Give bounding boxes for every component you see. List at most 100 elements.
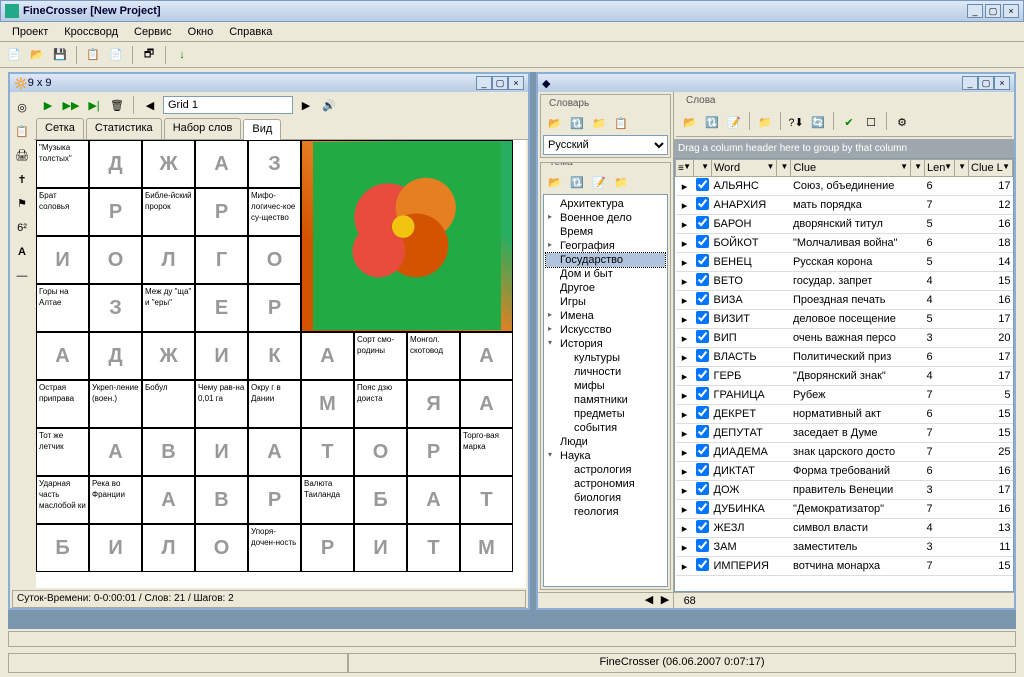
word-row[interactable]: ▸ДЕКРЕТнормативный акт615 — [676, 405, 1013, 424]
grid-cell[interactable]: А — [36, 332, 89, 380]
grid-close-button[interactable]: × — [508, 76, 524, 90]
grid-cell[interactable]: В — [142, 428, 195, 476]
word-row[interactable]: ▸ВЕТОгосудар. запрет415 — [676, 272, 1013, 291]
row-checkbox[interactable] — [696, 539, 709, 552]
row-checkbox[interactable] — [696, 482, 709, 495]
grid-cell[interactable]: Л — [142, 236, 195, 284]
tree-item[interactable]: предметы — [560, 407, 665, 421]
tree-item[interactable]: Имена — [546, 309, 665, 323]
word-row[interactable]: ▸АНАРХИЯмать порядка712 — [676, 196, 1013, 215]
col-word[interactable]: Word▼ — [712, 160, 777, 177]
grid-cell[interactable]: "Музыка толстых" — [36, 140, 89, 188]
row-checkbox[interactable] — [696, 463, 709, 476]
grid-cell[interactable]: Ж — [142, 140, 195, 188]
w-edit-icon[interactable]: 📝 — [724, 112, 744, 132]
grid-cell[interactable]: К — [248, 332, 301, 380]
menu-help[interactable]: Справка — [221, 24, 280, 40]
grid-cell[interactable]: А — [89, 428, 142, 476]
tree-item[interactable]: астрономия — [560, 477, 665, 491]
grid-cell[interactable]: Р — [301, 524, 354, 572]
menu-project[interactable]: Проект — [4, 24, 56, 40]
row-checkbox[interactable] — [696, 273, 709, 286]
grid-cell[interactable]: А — [460, 332, 513, 380]
paste-icon[interactable]: 📄 — [106, 45, 126, 65]
maximize-button[interactable]: ▢ — [985, 4, 1001, 18]
grid-min-button[interactable]: _ — [476, 76, 492, 90]
grid-cell[interactable]: Р — [407, 428, 460, 476]
grid-cell[interactable]: Мифо-логичес-кое су-щество — [248, 188, 301, 236]
windows-icon[interactable]: 🗗 — [139, 45, 159, 65]
theme-sort-icon[interactable]: 🔃 — [567, 172, 587, 192]
theme-del-icon[interactable]: 📁 — [611, 172, 631, 192]
grid-cell[interactable]: Острая приправа — [36, 380, 89, 428]
grid-cell[interactable]: А — [301, 332, 354, 380]
dict-close-button[interactable]: × — [994, 76, 1010, 90]
grid-cell[interactable]: А — [142, 476, 195, 524]
row-checkbox[interactable] — [696, 330, 709, 343]
arrow-down-icon[interactable]: ↓ — [172, 45, 192, 65]
grid-combo[interactable] — [163, 96, 293, 114]
dict-sort-icon[interactable]: 🔃 — [567, 113, 587, 133]
row-checkbox[interactable] — [696, 558, 709, 571]
grid-cell[interactable]: Монгол. скотовод — [407, 332, 460, 380]
col-len[interactable]: Len▼ — [925, 160, 955, 177]
word-row[interactable]: ▸ВИПочень важная персо320 — [676, 329, 1013, 348]
tree-item[interactable]: астрология — [560, 463, 665, 477]
menu-window[interactable]: Окно — [180, 24, 222, 40]
grid-cell[interactable]: З — [248, 140, 301, 188]
vtool-print-icon[interactable]: 🖨 — [12, 146, 32, 168]
tree-item[interactable]: Архитектура — [546, 197, 665, 211]
word-row[interactable]: ▸ЗАМзаместитель311 — [676, 538, 1013, 557]
col-mark[interactable]: ≡▼ — [676, 160, 694, 177]
vtool-target-icon[interactable]: ◎ — [12, 98, 32, 120]
tab-wordset[interactable]: Набор слов — [164, 118, 242, 139]
tree-item[interactable]: История — [546, 337, 665, 351]
word-row[interactable]: ▸ВИЗАПроездная печать416 — [676, 291, 1013, 310]
word-row[interactable]: ▸ДИАДЕМАзнак царского досто725 — [676, 443, 1013, 462]
grid-cell[interactable]: Торго-вая марка — [460, 428, 513, 476]
grid-cell[interactable]: О — [248, 236, 301, 284]
grid-cell[interactable]: О — [89, 236, 142, 284]
w-folder-icon[interactable]: 📁 — [755, 112, 775, 132]
tree-item[interactable]: события — [560, 421, 665, 435]
row-checkbox[interactable] — [696, 292, 709, 305]
grid-cell[interactable]: Т — [460, 476, 513, 524]
tree-item[interactable]: Государство — [546, 253, 665, 267]
play-icon[interactable]: ▶ — [38, 95, 58, 115]
sound-icon[interactable]: 🔊 — [319, 95, 339, 115]
open-icon[interactable]: 📂 — [27, 45, 47, 65]
grid-cell[interactable]: Бобул — [142, 380, 195, 428]
words-grid[interactable]: ≡▼ ▼ Word▼ ▼ Clue▼ ▼ Len▼ ▼ Clue L▼ ▸АЛЬ… — [674, 158, 1014, 592]
dict-min-button[interactable]: _ — [962, 76, 978, 90]
grid-cell[interactable]: О — [354, 428, 407, 476]
vtool-font-icon[interactable]: A — [12, 242, 32, 264]
w-open-icon[interactable]: 📂 — [680, 112, 700, 132]
col-sp3[interactable]: ▼ — [955, 160, 969, 177]
row-checkbox[interactable] — [696, 311, 709, 324]
grid-cell[interactable]: Т — [301, 428, 354, 476]
col-sp1[interactable]: ▼ — [777, 160, 791, 177]
grid-cell[interactable]: Р — [248, 476, 301, 524]
lang-combo[interactable]: Русский — [543, 135, 668, 155]
tree-item[interactable]: Дом и быт — [546, 267, 665, 281]
tab-grid[interactable]: Сетка — [36, 118, 84, 139]
grid-max-button[interactable]: ▢ — [492, 76, 508, 90]
word-row[interactable]: ▸БАРОНдворянский титул516 — [676, 215, 1013, 234]
tree-item[interactable]: мифы — [560, 379, 665, 393]
theme-tree[interactable]: АрхитектураВоенное делоВремяГеографияГос… — [543, 194, 668, 587]
row-checkbox[interactable] — [696, 216, 709, 229]
grid-cell[interactable]: Горы на Алтае — [36, 284, 89, 332]
grid-cell[interactable]: Валюта Таиланда — [301, 476, 354, 524]
row-checkbox[interactable] — [696, 254, 709, 267]
col-cluelen[interactable]: Clue L▼ — [969, 160, 1013, 177]
row-checkbox[interactable] — [696, 178, 709, 191]
grid-cell[interactable]: Г — [195, 236, 248, 284]
tree-item[interactable]: Время — [546, 225, 665, 239]
play-end-icon[interactable]: ▶| — [84, 95, 104, 115]
next-icon[interactable]: ▶ — [296, 95, 316, 115]
grid-cell[interactable]: Я — [407, 380, 460, 428]
grid-cell[interactable]: Т — [407, 524, 460, 572]
grid-cell[interactable]: Сорт смо-родины — [354, 332, 407, 380]
row-checkbox[interactable] — [696, 501, 709, 514]
tab-stats[interactable]: Статистика — [86, 118, 162, 139]
